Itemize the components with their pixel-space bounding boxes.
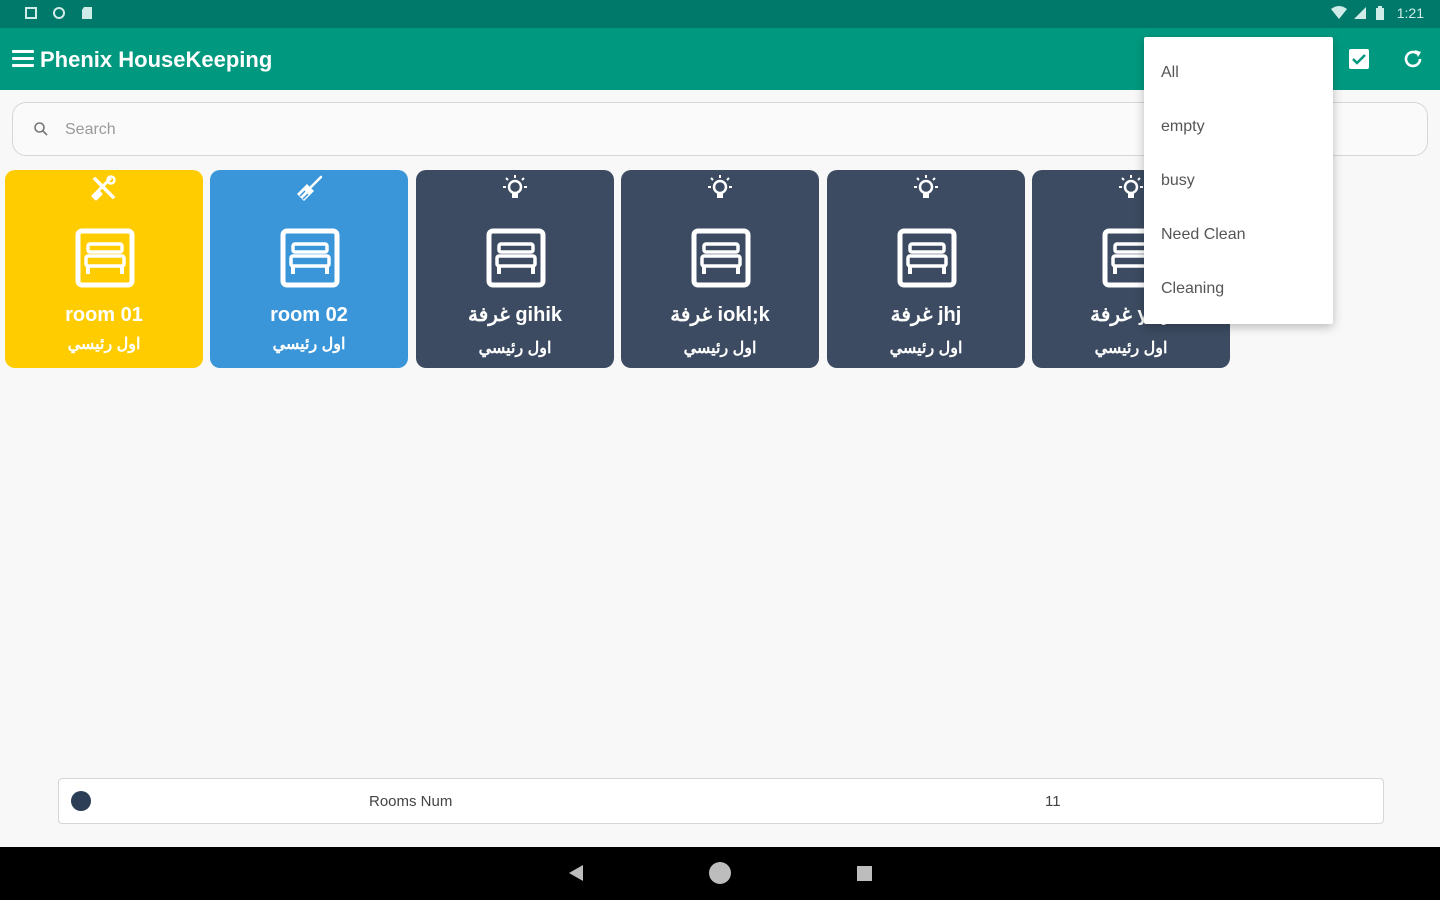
notification-icon: [24, 6, 38, 20]
bed-icon: [691, 228, 751, 288]
back-icon[interactable]: [568, 864, 584, 882]
menu-item-all[interactable]: All: [1161, 64, 1179, 82]
sync-icon: [52, 6, 66, 20]
room-name: غرفة gihik: [467, 304, 562, 326]
rooms-num-value: 11: [1045, 793, 1061, 810]
broom-icon: [297, 175, 323, 201]
checkbox-icon: [1349, 49, 1369, 69]
room-card[interactable]: room 02 اول رئيسي: [210, 170, 408, 368]
menu-item-need-clean[interactable]: Need Clean: [1161, 226, 1246, 244]
menu-item-busy[interactable]: busy: [1161, 172, 1195, 190]
room-type: اول رئيسي: [683, 340, 757, 357]
battery-icon: [1375, 6, 1389, 20]
bulb-icon: [914, 175, 938, 198]
room-name: غرفة jhj: [890, 304, 962, 326]
status-dot: [71, 791, 91, 811]
menu-item-cleaning[interactable]: Cleaning: [1161, 280, 1224, 298]
wifi-icon: [1330, 6, 1347, 20]
status-bar: 1:21: [0, 0, 1440, 28]
filter-menu: All empty busy Need Clean Cleaning: [1144, 37, 1333, 324]
bed-icon: [280, 228, 340, 288]
room-card[interactable]: غرفة gihik اول رئيسي: [416, 170, 614, 368]
room-name: غرفة iokl;k: [670, 304, 770, 326]
menu-item-empty[interactable]: empty: [1161, 118, 1205, 136]
home-icon[interactable]: [709, 862, 731, 884]
bulb-icon: [503, 175, 527, 198]
bulb-icon: [1119, 175, 1143, 198]
bulb-icon: [708, 175, 732, 198]
sd-card-icon: [80, 6, 94, 20]
tools-icon: [91, 175, 116, 201]
refresh-button[interactable]: [1398, 44, 1428, 74]
rooms-summary: Rooms Num 11: [58, 778, 1384, 824]
bed-icon: [75, 228, 135, 288]
system-nav-bar: [0, 847, 1440, 900]
room-type: اول رئيسي: [1094, 340, 1168, 357]
room-name: room 01: [65, 304, 143, 326]
room-type: اول رئيسي: [889, 340, 963, 357]
room-name: room 02: [270, 304, 348, 326]
room-type: اول رئيسي: [67, 336, 141, 353]
rooms-num-label: Rooms Num: [369, 793, 453, 810]
clock-text: 1:21: [1396, 5, 1424, 21]
room-card[interactable]: غرفة iokl;k اول رئيسي: [621, 170, 819, 368]
select-all-button[interactable]: [1344, 44, 1374, 74]
recents-icon[interactable]: [857, 866, 872, 881]
bed-icon: [897, 228, 957, 288]
room-type: اول رئيسي: [478, 340, 552, 357]
signal-icon: [1353, 6, 1367, 20]
app-title: Phenix HouseKeeping: [40, 47, 273, 72]
bed-icon: [486, 228, 546, 288]
refresh-icon: [1404, 50, 1422, 68]
search-icon: [34, 122, 48, 136]
room-card[interactable]: غرفة jhj اول رئيسي: [827, 170, 1025, 368]
room-card[interactable]: room 01 اول رئيسي: [5, 170, 203, 368]
room-type: اول رئيسي: [272, 336, 346, 353]
menu-icon[interactable]: [12, 50, 34, 68]
